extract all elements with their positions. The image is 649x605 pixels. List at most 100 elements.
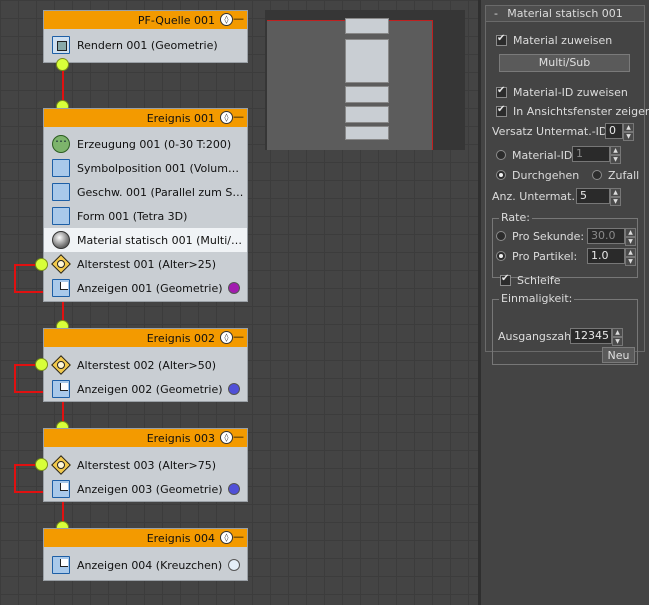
lightbulb-icon[interactable]: ◊ [220, 331, 233, 344]
material-button[interactable]: Multi/Sub [499, 54, 630, 72]
radio[interactable] [496, 150, 506, 160]
loop-wire [14, 364, 16, 393]
radio[interactable] [496, 251, 506, 261]
operator-position-object[interactable]: Symbolposition 001 (Volumen) [44, 156, 247, 180]
node-header[interactable]: Ereignis 004 ◊ — [44, 529, 247, 547]
node-header[interactable]: Ereignis 002 ◊ — [44, 329, 247, 347]
node-event-004[interactable]: Ereignis 004 ◊ — Anzeigen 004 (Kreuzchen… [43, 528, 248, 581]
birth-icon [52, 134, 70, 153]
spinner-arrows[interactable]: ▲ ▼ [623, 123, 634, 141]
checkbox[interactable] [496, 104, 507, 117]
display-icon [52, 556, 70, 574]
navigator-overview[interactable] [265, 10, 465, 150]
offset-spinner[interactable]: 0 ▲ ▼ [605, 123, 634, 141]
seed-value[interactable]: 12345 [570, 328, 612, 344]
operator-display[interactable]: Anzeigen 002 (Geometrie) [44, 377, 247, 401]
node-title: Ereignis 002 [146, 332, 215, 345]
test-icon [52, 356, 70, 374]
spinner-arrows[interactable]: ▲ ▼ [625, 228, 636, 246]
show-in-viewport-checkbox[interactable]: In Ansichtsfenster zeigen [496, 103, 649, 119]
operator-shape[interactable]: Form 001 (Tetra 3D) [44, 204, 247, 228]
cycle-radio[interactable]: Durchgehen [496, 167, 579, 183]
lightbulb-icon[interactable]: ◊ [220, 13, 233, 26]
collapse-icon[interactable]: — [233, 330, 244, 343]
node-event-003[interactable]: Ereignis 003 ◊ — Alterstest 003 (Alter>7… [43, 428, 248, 502]
rate-group-title: Rate: [499, 211, 532, 224]
node-title: Ereignis 003 [146, 432, 215, 445]
node-event-001[interactable]: Ereignis 001 ◊ — Erzeugung 001 (0-30 T:2… [43, 108, 248, 302]
shape-icon [52, 207, 70, 225]
per-particle-radio[interactable]: Pro Partikel: [496, 248, 577, 264]
spinner-arrows[interactable]: ▲ ▼ [610, 146, 621, 164]
spinner-arrows[interactable]: ▲ ▼ [612, 328, 623, 346]
per-second-radio[interactable]: Pro Sekunde: [496, 228, 584, 244]
display-icon [52, 480, 70, 498]
node-header[interactable]: PF-Quelle 001 ◊ — [44, 11, 247, 29]
node-title: Ereignis 001 [146, 112, 215, 125]
radio[interactable] [592, 170, 602, 180]
operator-speed[interactable]: Geschw. 001 (Parallel zum Sym... [44, 180, 247, 204]
radio[interactable] [496, 231, 506, 241]
loop-checkbox[interactable]: Schleife [500, 272, 561, 288]
display-color-swatch[interactable] [228, 282, 240, 294]
node-header[interactable]: Ereignis 003 ◊ — [44, 429, 247, 447]
operator-age-test[interactable]: Alterstest 002 (Alter>50) [44, 353, 247, 377]
display-color-swatch[interactable] [228, 483, 240, 495]
material-id-radio[interactable]: Material-ID: [496, 147, 576, 163]
random-radio[interactable]: Zufall [592, 167, 639, 183]
checkbox[interactable] [496, 33, 507, 46]
assign-material-id-checkbox[interactable]: Material-ID zuweisen [496, 84, 628, 100]
material-id-value[interactable]: 1 [572, 146, 610, 162]
test-output-port[interactable] [35, 258, 48, 271]
checkbox[interactable] [500, 273, 511, 286]
per-particle-spinner[interactable]: 1.0 ▲ ▼ [587, 248, 636, 266]
assign-material-checkbox[interactable]: Material zuweisen [496, 32, 612, 48]
operator-age-test[interactable]: Alterstest 001 (Alter>25) [44, 252, 247, 276]
test-icon [52, 456, 70, 474]
output-port[interactable] [56, 58, 69, 71]
operator-material-static[interactable]: Material statisch 001 (Multi/Sub) [44, 228, 247, 252]
node-pf-source[interactable]: PF-Quelle 001 ◊ — Rendern 001 (Geometrie… [43, 10, 248, 63]
operator-display[interactable]: Anzeigen 001 (Geometrie) [44, 276, 247, 300]
offset-value[interactable]: 0 [605, 123, 623, 139]
rollout-body: Material zuweisen Multi/Sub Material-ID … [485, 22, 649, 365]
num-submat-label: Anz. Untermat.: [492, 189, 579, 203]
test-icon [52, 255, 70, 273]
node-event-002[interactable]: Ereignis 002 ◊ — Alterstest 002 (Alter>5… [43, 328, 248, 402]
per-second-value[interactable]: 30.0 [587, 228, 625, 244]
lightbulb-icon[interactable]: ◊ [220, 431, 233, 444]
seed-spinner[interactable]: 12345 ▲ ▼ [570, 328, 623, 346]
rollout-header[interactable]: - Material statisch 001 [485, 5, 645, 22]
radio[interactable] [496, 170, 506, 180]
num-submat-value[interactable]: 5 [576, 188, 610, 204]
spinner-arrows[interactable]: ▲ ▼ [610, 188, 621, 206]
collapse-icon[interactable]: — [233, 430, 244, 443]
seed-label: Ausgangszahl: [498, 329, 578, 343]
material-id-spinner[interactable]: 1 ▲ ▼ [572, 146, 621, 164]
node-header[interactable]: Ereignis 001 ◊ — [44, 109, 247, 127]
operator-render[interactable]: Rendern 001 (Geometrie) [44, 33, 247, 57]
num-submat-spinner[interactable]: 5 ▲ ▼ [576, 188, 621, 206]
display-color-swatch[interactable] [228, 559, 240, 571]
node-title: PF-Quelle 001 [137, 14, 215, 27]
collapse-icon[interactable]: — [233, 110, 244, 123]
lightbulb-icon[interactable]: ◊ [220, 531, 233, 544]
checkbox[interactable] [496, 85, 507, 98]
lightbulb-icon[interactable]: ◊ [220, 111, 233, 124]
spinner-arrows[interactable]: ▲ ▼ [625, 248, 636, 266]
operator-display[interactable]: Anzeigen 003 (Geometrie) [44, 477, 247, 501]
operator-age-test[interactable]: Alterstest 003 (Alter>75) [44, 453, 247, 477]
per-particle-value[interactable]: 1.0 [587, 248, 625, 264]
collapse-icon[interactable]: — [233, 530, 244, 543]
display-color-swatch[interactable] [228, 383, 240, 395]
collapse-icon[interactable]: — [233, 12, 244, 25]
test-output-port[interactable] [35, 358, 48, 371]
operator-display[interactable]: Anzeigen 004 (Kreuzchen) [44, 553, 247, 577]
loop-wire [14, 464, 16, 493]
overview-node [345, 86, 389, 103]
per-second-spinner[interactable]: 30.0 ▲ ▼ [587, 228, 636, 246]
new-seed-button[interactable]: Neu [602, 347, 635, 363]
test-output-port[interactable] [35, 458, 48, 471]
particle-view-canvas[interactable]: PF-Quelle 001 ◊ — Rendern 001 (Geometrie… [0, 0, 478, 605]
operator-birth[interactable]: Erzeugung 001 (0-30 T:200) [44, 132, 247, 156]
